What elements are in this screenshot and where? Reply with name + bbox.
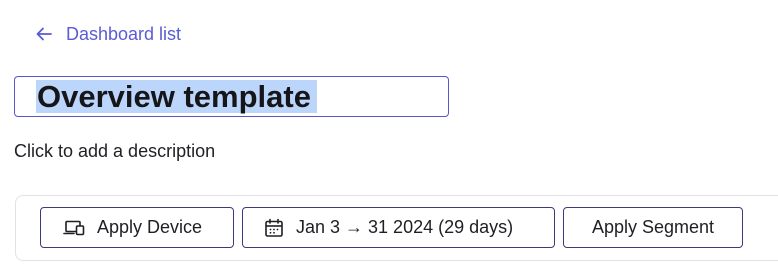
date-range-button[interactable]: Jan 3 → 31 2024 (29 days) [242,207,555,248]
date-range-label: Jan 3 → 31 2024 (29 days) [296,217,514,237]
arrow-left-icon [36,27,52,41]
apply-segment-label: Apply Segment [591,217,715,237]
apply-device-button[interactable]: Apply Device [40,207,234,248]
dashboard-description[interactable]: Click to add a description [14,141,215,162]
apply-device-label: Apply Device [97,217,203,237]
dashboard-title-input[interactable]: Overview template [14,76,449,117]
back-to-dashboard-list-link[interactable]: Dashboard list [36,22,181,46]
apply-segment-button[interactable]: Apply Segment [563,207,743,248]
calendar-icon [264,218,284,238]
back-link-label: Dashboard list [66,23,182,44]
devices-icon [63,220,85,236]
dashboard-title-selected-text: Overview template [36,80,317,113]
